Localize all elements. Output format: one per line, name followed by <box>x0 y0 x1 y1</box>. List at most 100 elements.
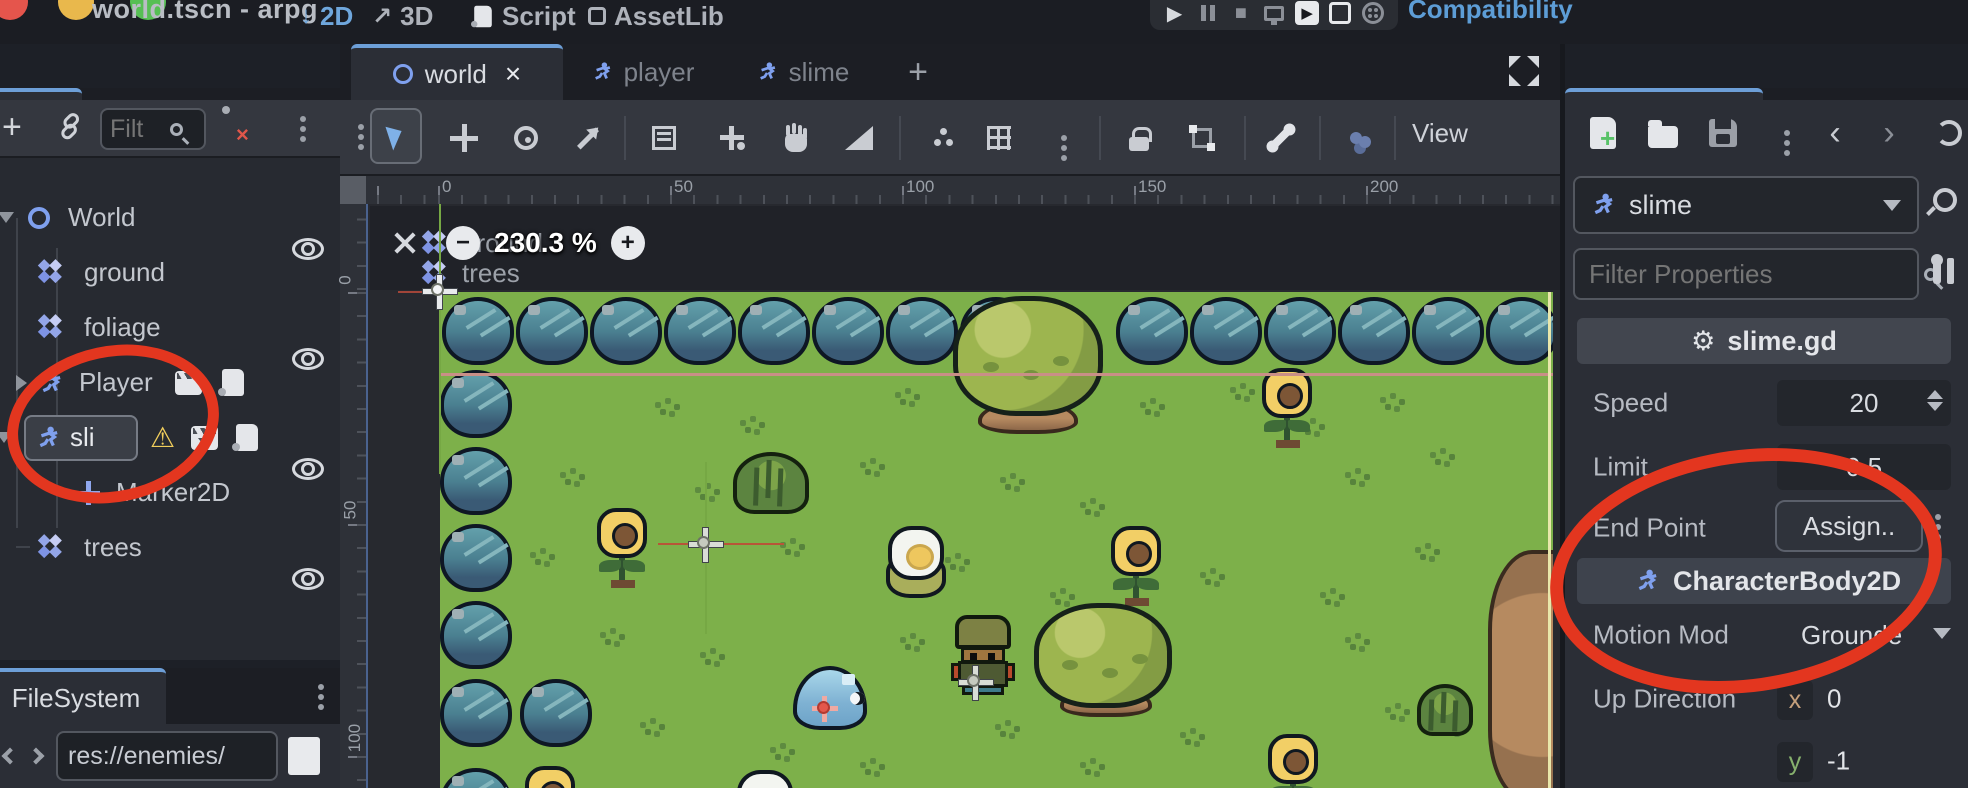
move-tool-button[interactable] <box>444 118 484 158</box>
tree-row-foliage[interactable]: foliage <box>0 300 340 355</box>
extra-tools-icon[interactable] <box>1933 258 1968 284</box>
horizontal-ruler: 0 50 100 150 200 <box>340 176 1561 204</box>
x-axis-value[interactable]: 0 <box>1827 684 1841 715</box>
scene-tree-menu-icon[interactable] <box>300 116 306 122</box>
tree-row-trees[interactable]: trees <box>0 520 340 575</box>
pan-tool-button[interactable] <box>776 118 816 158</box>
movie-maker-button[interactable] <box>1360 0 1386 26</box>
group-object-button[interactable] <box>1182 118 1222 158</box>
select-tool-button[interactable] <box>370 108 422 164</box>
node2d-icon <box>28 207 50 229</box>
filesystem-menu-icon[interactable] <box>318 684 324 690</box>
scene-tab-slime[interactable]: slime <box>732 44 874 100</box>
viewport-toolbar: View <box>340 100 1561 176</box>
characterbody2d-section-header[interactable]: CharacterBody2D <box>1577 558 1951 604</box>
limit-value-field[interactable]: 0.5 <box>1777 444 1951 490</box>
pause-button[interactable] <box>1195 0 1221 26</box>
scale-tool-button[interactable] <box>568 118 608 158</box>
ik-chains-button[interactable] <box>1336 118 1376 158</box>
renderer-select[interactable]: Compatibility <box>1408 0 1573 25</box>
motion-mode-dropdown[interactable]: Grounde <box>1777 612 1951 658</box>
tree-row-world[interactable]: World <box>0 190 340 245</box>
play-custom-scene-button[interactable] <box>1327 0 1353 26</box>
snap-object-button[interactable] <box>711 118 751 158</box>
warning-icon[interactable]: ⚠ <box>150 421 175 454</box>
scene-tab-world[interactable]: world × <box>351 44 563 100</box>
path-input[interactable] <box>68 742 266 771</box>
y-axis-value[interactable]: -1 <box>1827 746 1850 777</box>
expand-viewport-icon[interactable] <box>1509 56 1539 86</box>
play-scene-button[interactable]: ▶ <box>1294 0 1320 26</box>
scene-tab-player[interactable]: player <box>568 44 718 100</box>
stop-button[interactable]: ■ <box>1228 0 1254 26</box>
script-icon[interactable] <box>236 424 258 451</box>
remote-debug-button[interactable] <box>1261 0 1287 26</box>
characterbody2d-icon <box>1635 568 1661 594</box>
grid-snap-button[interactable] <box>979 118 1019 158</box>
slime-position-marker[interactable] <box>812 696 838 722</box>
load-resource-button[interactable] <box>1645 114 1681 152</box>
property-options-icon[interactable] <box>1935 514 1941 520</box>
inspector-filter-input[interactable] <box>1589 259 1924 290</box>
focus-selection-icon[interactable] <box>392 230 418 256</box>
scene-tree: World ground foliage <box>0 158 340 658</box>
view-menu-button[interactable]: View <box>1412 118 1468 149</box>
scene-panel: + × World <box>0 100 340 660</box>
expand-icon[interactable] <box>16 375 27 391</box>
zoom-out-button[interactable]: − <box>446 226 480 260</box>
lock-object-button[interactable] <box>1119 118 1159 158</box>
close-tab-icon[interactable]: × <box>505 58 521 90</box>
viewport-canvas[interactable]: ground trees − 230.3 % + <box>366 204 1561 788</box>
white-flower-sprite <box>884 526 948 604</box>
tab-filesystem[interactable]: FileSystem <box>0 668 166 724</box>
nav-forward-icon[interactable] <box>28 748 45 765</box>
script-section-header[interactable]: ⚙ slime.gd <box>1577 318 1951 364</box>
y-axis-line <box>439 204 441 474</box>
speed-value-field[interactable]: 20 <box>1777 380 1951 426</box>
save-resource-button[interactable] <box>1705 114 1741 152</box>
edited-object-selector[interactable]: slime <box>1573 176 1919 234</box>
tab-script[interactable]: Script <box>472 0 576 36</box>
window-minimize-button[interactable] <box>58 0 94 20</box>
skeleton-options-button[interactable] <box>1261 118 1301 158</box>
tree-row-ground[interactable]: ground <box>0 245 340 300</box>
list-select-button[interactable] <box>644 118 684 158</box>
collapse-icon[interactable] <box>0 432 12 443</box>
tab-assetlib[interactable]: AssetLib <box>588 0 724 36</box>
assign-button[interactable]: Assign.. <box>1775 500 1923 552</box>
zoom-percent[interactable]: 230.3 % <box>494 227 597 259</box>
history-back-button[interactable]: ‹ <box>1817 114 1853 152</box>
ruler-tool-button[interactable] <box>839 118 879 158</box>
zoom-in-button[interactable]: + <box>611 226 645 260</box>
new-scene-tab-button[interactable]: + <box>888 44 948 100</box>
tree-row-player[interactable]: Player <box>0 355 340 410</box>
scene-filter <box>100 108 206 150</box>
smart-snap-button[interactable] <box>917 118 957 158</box>
resource-options-menu[interactable] <box>1769 114 1805 152</box>
rotate-tool-button[interactable] <box>506 118 546 158</box>
tree-row-sli[interactable]: ⚠ <box>0 410 340 465</box>
snap-options-menu[interactable] <box>1044 118 1084 158</box>
nav-back-icon[interactable] <box>2 748 19 765</box>
node-gizmo-crosshair[interactable] <box>689 528 723 562</box>
movie-icon[interactable] <box>175 371 202 395</box>
window-close-button[interactable] <box>0 0 28 20</box>
node-rename-input[interactable] <box>70 422 126 453</box>
history-icon[interactable] <box>1931 114 1967 152</box>
new-resource-button[interactable]: + <box>1585 114 1621 152</box>
toolbar-overflow-icon[interactable] <box>358 124 364 130</box>
player-gizmo-crosshair[interactable] <box>959 666 993 700</box>
collapse-icon[interactable] <box>0 212 14 223</box>
instance-scene-button[interactable] <box>55 111 92 148</box>
history-forward-button[interactable]: › <box>1871 114 1907 152</box>
open-docs-icon[interactable] <box>1933 188 1968 212</box>
script-icon[interactable] <box>222 369 244 396</box>
scene-filter-input[interactable] <box>110 115 170 144</box>
tab-2d[interactable]: ↓ 2D <box>300 0 353 36</box>
movie-icon[interactable] <box>191 426 218 450</box>
tree-row-marker2d[interactable]: Marker2D <box>0 465 340 520</box>
add-node-button[interactable]: + <box>2 112 22 142</box>
spinner-icon[interactable] <box>1927 390 1943 411</box>
tab-3d[interactable]: ↗ 3D <box>372 0 433 36</box>
play-button[interactable]: ▶ <box>1162 0 1188 26</box>
